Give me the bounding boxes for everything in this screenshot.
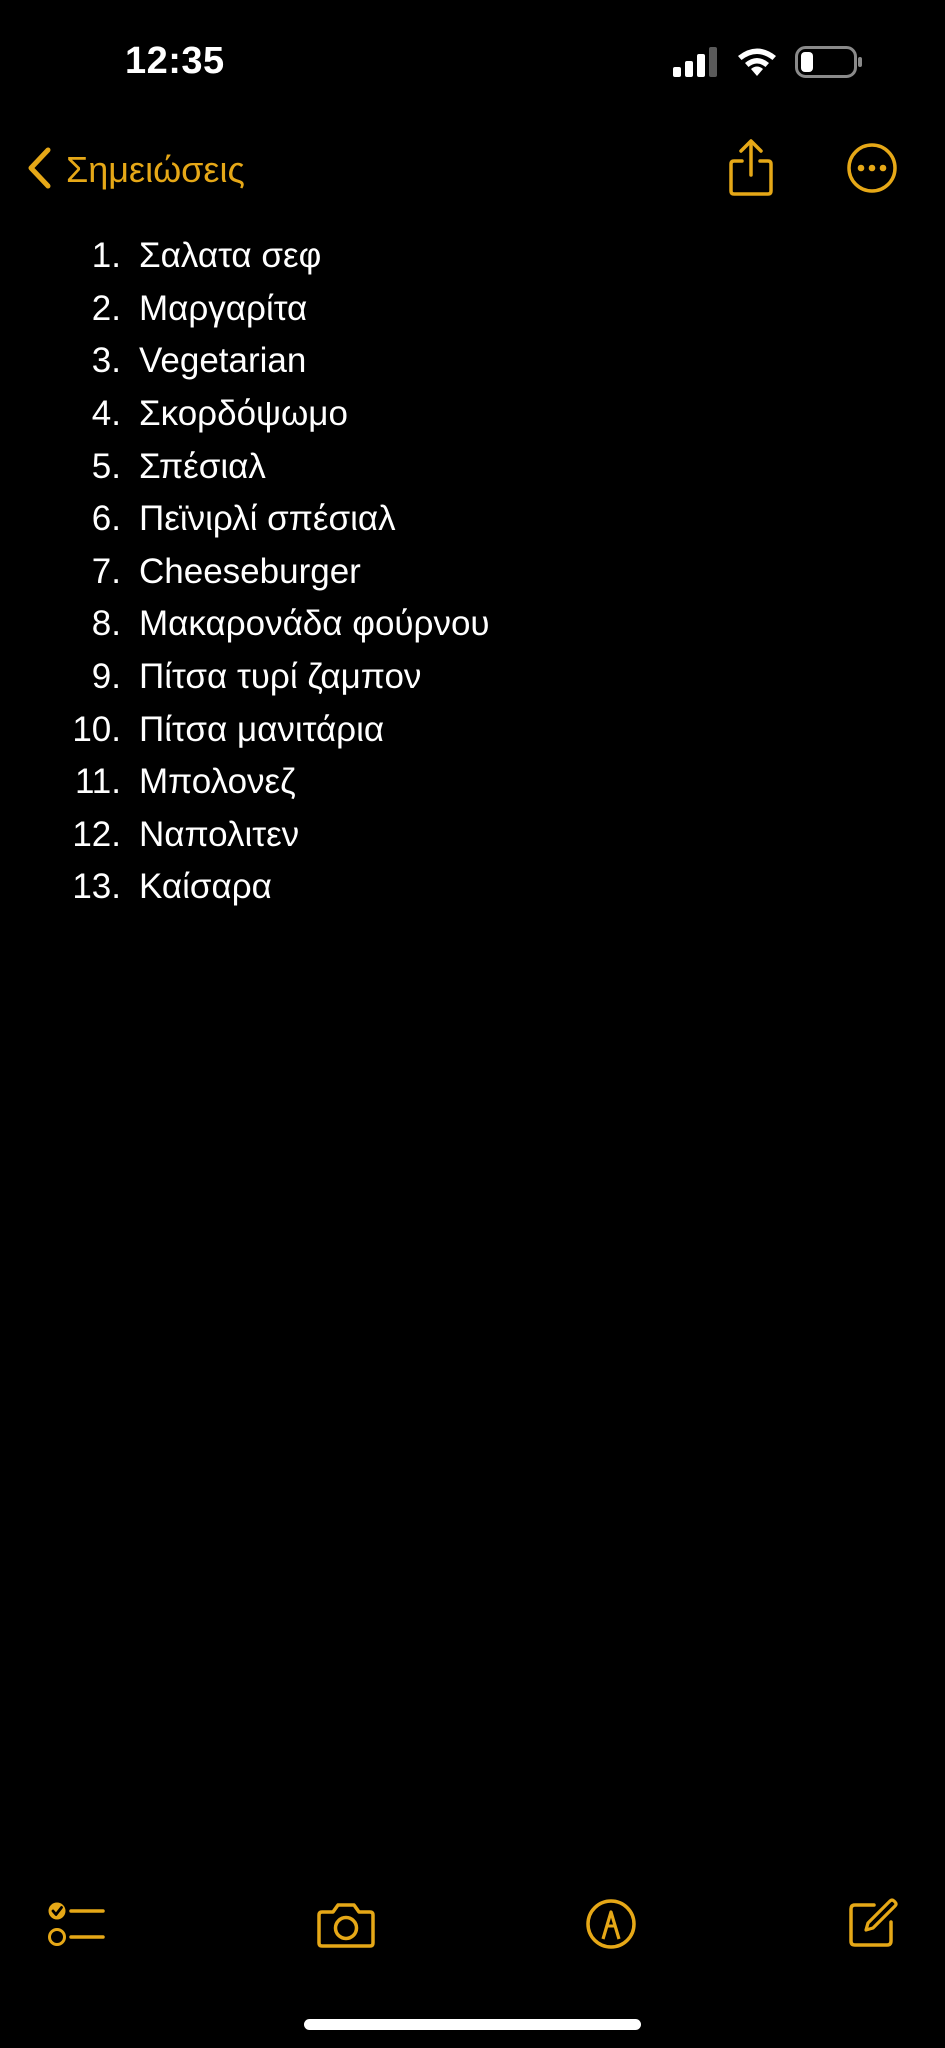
list-item-number: 8. — [91, 604, 121, 644]
list-item[interactable]: 1. Σαλατα σεφ — [0, 230, 945, 283]
wifi-icon — [737, 47, 777, 82]
list-item-text: Σκορδόψωμο — [139, 394, 348, 434]
list-item-number: 12. — [72, 814, 121, 854]
camera-button[interactable] — [314, 1894, 378, 1958]
share-button[interactable] — [721, 138, 781, 202]
bottom-toolbar — [0, 1888, 945, 1964]
list-item-text: Ναπολιτεν — [139, 814, 300, 854]
list-item[interactable]: 12. Ναπολιτεν — [0, 809, 945, 862]
chevron-left-icon — [26, 146, 52, 195]
checklist-icon — [47, 1899, 105, 1954]
list-item[interactable]: 2. Μαργαρίτα — [0, 283, 945, 336]
compose-icon — [846, 1897, 898, 1955]
list-item-text: Cheeseburger — [139, 551, 361, 591]
list-item-number: 10. — [72, 709, 121, 749]
list-item[interactable]: 8. Μακαρονάδα φούρνου — [0, 598, 945, 651]
list-item[interactable]: 3. Vegetarian — [0, 335, 945, 388]
list-item-number: 11. — [74, 762, 121, 802]
checklist-button[interactable] — [44, 1894, 108, 1958]
list-item-number: 3. — [91, 341, 121, 381]
list-item-number: 4. — [91, 394, 121, 434]
status-bar: 12:35 — [0, 0, 945, 120]
list-item-text: Μπολονεζ — [139, 762, 296, 802]
cellular-signal-icon — [673, 46, 719, 82]
list-item[interactable]: 10. Πίτσα μανιτάρια — [0, 703, 945, 756]
back-button[interactable]: Σημειώσεις — [26, 144, 245, 196]
share-icon — [726, 138, 776, 202]
list-item-number: 5. — [91, 446, 121, 486]
list-item-text: Vegetarian — [139, 341, 307, 381]
list-item-number: 7. — [91, 551, 121, 591]
list-item-text: Σαλατα σεφ — [139, 236, 322, 276]
status-time: 12:35 — [125, 40, 225, 82]
list-item[interactable]: 5. Σπέσιαλ — [0, 440, 945, 493]
compose-button[interactable] — [840, 1894, 904, 1958]
battery-icon — [795, 45, 863, 83]
camera-icon — [316, 1900, 376, 1953]
list-item-text: Μακαρονάδα φούρνου — [139, 604, 490, 644]
list-item-number: 6. — [91, 499, 121, 539]
more-button[interactable] — [842, 140, 902, 200]
list-item[interactable]: 13. Καίσαρα — [0, 861, 945, 914]
list-item-number: 9. — [91, 657, 121, 697]
list-item-text: Μαργαρίτα — [139, 288, 308, 328]
list-item[interactable]: 9. Πίτσα τυρί ζαμπον — [0, 651, 945, 704]
nav-bar: Σημειώσεις — [0, 130, 945, 210]
list-item-text: Σπέσιαλ — [139, 446, 266, 486]
list-item-text: Πίτσα τυρί ζαμπον — [139, 657, 422, 697]
more-icon — [846, 142, 898, 199]
list-item[interactable]: 7. Cheeseburger — [0, 546, 945, 599]
list-item[interactable]: 6. Πεϊνιρλί σπέσιαλ — [0, 493, 945, 546]
note-list[interactable]: 1. Σαλατα σεφ 2. Μαργαρίτα 3. Vegetarian… — [0, 230, 945, 914]
markup-button[interactable] — [579, 1894, 643, 1958]
list-item-text: Καίσαρα — [139, 867, 272, 907]
list-item-number: 1. — [91, 236, 121, 276]
status-icons — [673, 45, 863, 83]
list-item[interactable]: 4. Σκορδόψωμο — [0, 388, 945, 441]
list-item[interactable]: 11. Μπολονεζ — [0, 756, 945, 809]
back-label: Σημειώσεις — [66, 149, 245, 190]
list-item-number: 13. — [72, 867, 121, 907]
list-item-number: 2. — [91, 288, 121, 328]
list-item-text: Πεϊνιρλί σπέσιαλ — [139, 499, 396, 539]
list-item-text: Πίτσα μανιτάρια — [139, 709, 385, 749]
home-indicator[interactable] — [304, 2019, 641, 2030]
markup-icon — [585, 1898, 637, 1955]
